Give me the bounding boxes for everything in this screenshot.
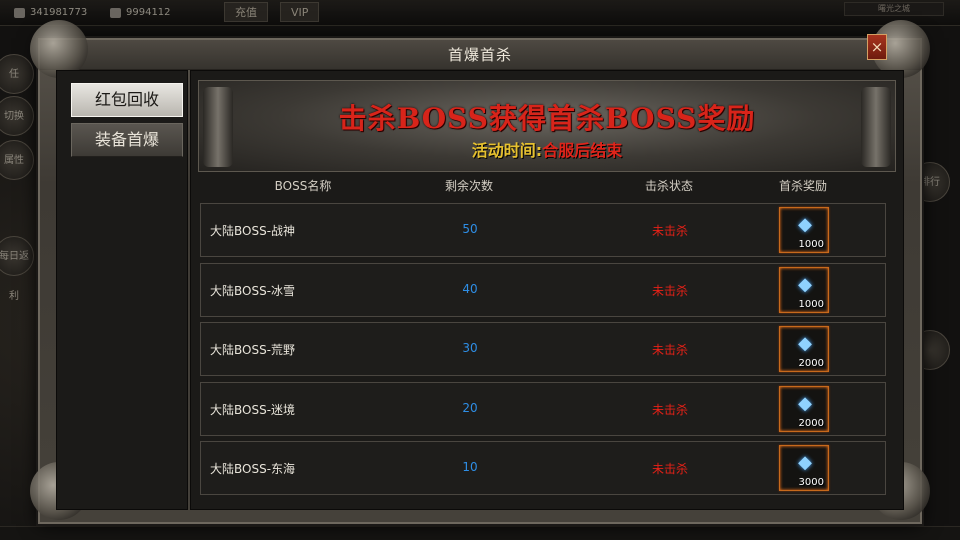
- banner-title: 击杀BOSS获得首杀BOSS奖励: [338, 102, 756, 135]
- kill-status: 未击杀: [651, 403, 689, 417]
- event-time-value: 合服后结束: [542, 141, 623, 160]
- kill-status: 未击杀: [651, 343, 689, 357]
- boss-name: 大陆BOSS-东海: [210, 462, 296, 476]
- diamond-stat: 9994112: [110, 4, 171, 22]
- recharge-button[interactable]: 充值: [224, 2, 268, 22]
- diamond-icon: ◆: [798, 452, 812, 473]
- kill-status: 未击杀: [651, 284, 689, 298]
- banner-subtitle: 活动时间:合服后结束: [199, 137, 895, 161]
- remaining-count: 30: [462, 341, 478, 355]
- header-first-kill-reward: 首杀奖励: [778, 179, 828, 193]
- remaining-count: 20: [462, 401, 478, 415]
- window-title: 首爆首杀: [40, 40, 920, 70]
- reward-slot[interactable]: ◆ 2000: [779, 386, 829, 432]
- header-boss-name: BOSS名称: [274, 179, 332, 193]
- table-row: 大陆BOSS-战神 50 未击杀 ◆ 1000: [200, 203, 886, 257]
- reward-slot[interactable]: ◆ 3000: [779, 445, 829, 491]
- event-time-label: 活动时间:: [471, 141, 543, 160]
- vip-button[interactable]: VIP: [280, 2, 320, 22]
- reward-quantity: 1000: [798, 239, 824, 250]
- event-banner: 击杀BOSS获得首杀BOSS奖励 活动时间:合服后结束: [198, 80, 896, 172]
- gold-stat: 341981773: [14, 4, 87, 22]
- left-tab-panel: 红包回收 装备首爆: [56, 70, 188, 510]
- top-hud: 341981773 9994112 充值 VIP 曙光之城: [0, 0, 960, 26]
- gold-value: 341981773: [30, 7, 88, 18]
- diamond-icon: ◆: [798, 333, 812, 354]
- boss-name: 大陆BOSS-冰雪: [210, 284, 296, 298]
- close-icon: ×: [870, 38, 884, 56]
- boss-name: 大陆BOSS-迷境: [210, 403, 296, 417]
- gold-icon: [14, 8, 25, 18]
- diamond-value: 9994112: [126, 7, 171, 18]
- kill-status: 未击杀: [651, 224, 689, 238]
- boss-name: 大陆BOSS-战神: [210, 224, 296, 238]
- diamond-icon: ◆: [798, 214, 812, 235]
- remaining-count: 40: [462, 282, 478, 296]
- tab-equipment-first-drop[interactable]: 装备首爆: [71, 123, 183, 157]
- remaining-count: 10: [462, 460, 478, 474]
- boss-name: 大陆BOSS-荒野: [210, 343, 296, 357]
- table-row: 大陆BOSS-荒野 30 未击杀 ◆ 2000: [200, 322, 886, 376]
- reward-quantity: 1000: [798, 299, 824, 310]
- reward-slot[interactable]: ◆ 2000: [779, 326, 829, 372]
- reward-slot[interactable]: ◆ 1000: [779, 207, 829, 253]
- table-row: 大陆BOSS-东海 10 未击杀 ◆ 3000: [200, 441, 886, 495]
- kill-status: 未击杀: [651, 462, 689, 476]
- reward-quantity: 2000: [798, 418, 824, 429]
- reward-quantity: 3000: [798, 477, 824, 488]
- header-remaining: 剩余次数: [444, 179, 494, 193]
- diamond-icon: ◆: [798, 274, 812, 295]
- reward-quantity: 2000: [798, 358, 824, 369]
- table-header: BOSS名称 剩余次数 击杀状态 首杀奖励: [200, 174, 886, 196]
- location-label: 曙光之城: [844, 2, 944, 16]
- diamond-icon: [110, 8, 121, 18]
- close-button[interactable]: ×: [867, 34, 887, 60]
- table-row: 大陆BOSS-冰雪 40 未击杀 ◆ 1000: [200, 263, 886, 317]
- header-kill-status: 击杀状态: [644, 179, 694, 193]
- table-row: 大陆BOSS-迷境 20 未击杀 ◆ 2000: [200, 382, 886, 436]
- reward-slot[interactable]: ◆ 1000: [779, 267, 829, 313]
- tab-red-packet-recycle[interactable]: 红包回收: [71, 83, 183, 117]
- bottom-hud: [0, 526, 960, 540]
- diamond-icon: ◆: [798, 393, 812, 414]
- remaining-count: 50: [462, 222, 478, 236]
